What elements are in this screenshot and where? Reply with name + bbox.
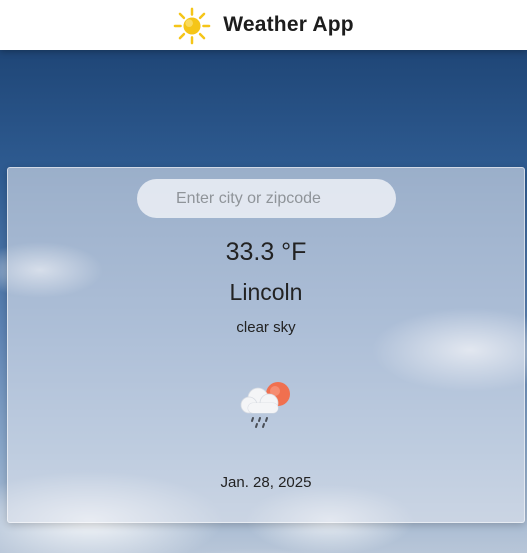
app-header: Weather App	[0, 0, 527, 50]
weather-card: 33.3 °F Lincoln clear sky Jan. 28, 2025	[7, 167, 525, 523]
app-title: Weather App	[223, 13, 354, 36]
city-name: Lincoln	[229, 279, 303, 305]
weather-date: Jan. 28, 2025	[220, 474, 312, 491]
sun-icon	[173, 7, 211, 45]
search-input[interactable]	[137, 179, 396, 218]
weather-description: clear sky	[236, 319, 296, 336]
temperature: 33.3 °F	[225, 238, 307, 266]
cloud-rain-sun-icon	[240, 382, 290, 428]
